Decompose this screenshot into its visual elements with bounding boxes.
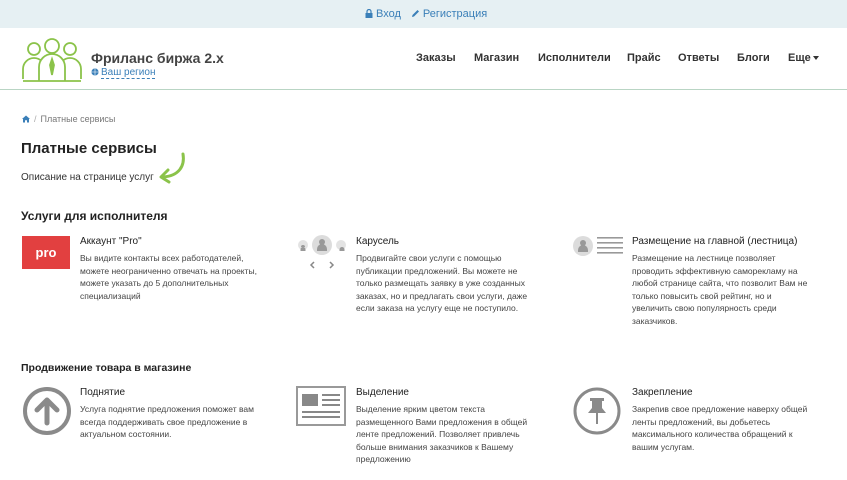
card-title-pro[interactable]: Аккаунт "Pro" <box>80 236 142 247</box>
text-line: если заказа на услугу еще не поступило. <box>356 303 519 313</box>
card-title-highlight[interactable]: Выделение <box>356 387 409 398</box>
pro-badge[interactable]: pro <box>22 236 70 269</box>
text-line: публикации предложений. Вы можете не <box>356 265 518 276</box>
text-line: максимального количества обращений к <box>632 429 793 439</box>
card-title-raise[interactable]: Поднятие <box>80 387 125 398</box>
arrow-up-circle-icon[interactable] <box>22 386 72 436</box>
login-label: Вход <box>376 8 401 20</box>
text-line: предложению <box>356 454 411 464</box>
text-line: Размещение на лестнице позволяет <box>632 253 776 263</box>
nav-freelancers[interactable]: Исполнители <box>538 52 611 64</box>
page-description: Описание на странице услуг <box>21 172 154 183</box>
home-icon[interactable] <box>22 115 30 123</box>
region-label: Ваш регион <box>101 67 156 79</box>
page-title: Платные сервисы <box>21 140 157 157</box>
section-heading-shop: Продвижение товара в магазине <box>21 362 192 374</box>
text-line: Выделение ярким цветом текста <box>356 404 485 414</box>
breadcrumb: / Платные сервисы <box>22 114 115 124</box>
text-line: любой странице сайта, что позволит Вам н… <box>632 278 808 288</box>
card-text-pro: Вы видите контакты всех работодателей, м… <box>80 252 257 302</box>
card-text-carousel: Продвигайте свои услуги с помощью публик… <box>356 252 527 315</box>
nav-more-label: Еще <box>788 52 811 64</box>
text-line: Продвигайте свои услуги с помощью <box>356 253 502 263</box>
nav-more-dropdown[interactable]: Еще <box>788 52 819 64</box>
login-link[interactable]: Вход <box>365 8 401 20</box>
card-text-raise: Услуга поднятие предложения поможет вам … <box>80 403 254 441</box>
text-line: заказах, но и предлагать свои услуги, да… <box>356 290 528 301</box>
breadcrumb-current: Платные сервисы <box>40 114 116 124</box>
text-line: Вы видите контакты всех работодателей, <box>80 253 244 263</box>
site-header: Фриланс биржа 2.x Ваш регион Заказы Мага… <box>0 28 847 90</box>
people-group-logo[interactable] <box>20 35 84 83</box>
text-line: Услуга поднятие предложения поможет вам <box>80 404 254 414</box>
nav-orders[interactable]: Заказы <box>416 52 456 64</box>
card-text-highlight: Выделение ярким цветом текста размещенно… <box>356 403 527 466</box>
lock-icon <box>365 8 373 18</box>
section-heading-performer: Услуги для исполнителя <box>21 209 168 223</box>
text-line: размещенного Вами предложения в общей <box>356 416 528 427</box>
pin-circle-icon[interactable] <box>572 386 622 436</box>
pencil-icon <box>411 10 419 17</box>
text-line: только размещать заявку в уже созданных <box>356 278 525 288</box>
top-auth-bar: Вход Регистрация <box>0 0 847 28</box>
ladder-icon[interactable] <box>572 235 624 259</box>
register-label: Регистрация <box>422 8 488 20</box>
card-text-ladder: Размещение на лестнице позволяет проводи… <box>632 252 807 327</box>
nav-blogs[interactable]: Блоги <box>737 52 770 64</box>
card-title-carousel[interactable]: Карусель <box>356 236 399 247</box>
curved-arrow-icon <box>159 152 185 184</box>
register-link[interactable]: Регистрация <box>411 8 487 20</box>
auth-links: Вход Регистрация <box>365 8 487 20</box>
caret-down-icon <box>812 56 819 61</box>
text-line: вашим услугам. <box>632 441 695 452</box>
card-title-ladder[interactable]: Размещение на главной (лестница) <box>632 236 797 247</box>
text-line: актуальном состоянии. <box>80 429 172 439</box>
text-line: ленте предложений. Позволяет привлечь <box>356 429 520 439</box>
highlight-article-icon[interactable] <box>296 386 346 426</box>
breadcrumb-separator: / <box>34 114 37 124</box>
text-line: можете неограниченно отвечать на проекты… <box>80 265 257 276</box>
text-line: всегда поддерживать свое предложение в <box>80 416 248 427</box>
text-line: ленты предложений, вы добьетесь <box>632 416 771 427</box>
text-line: специализаций <box>80 290 141 301</box>
text-line: проводить эффективную саморекламу на <box>632 265 798 276</box>
text-line: больше внимания заказчиков к Вашему <box>356 441 514 452</box>
text-line: только повысить свой рейтинг, но и <box>632 290 772 301</box>
text-line: Закрепив свое предложение наверху общей <box>632 404 808 414</box>
text-line: увеличить свою популярность среди <box>632 303 777 313</box>
nav-price[interactable]: Прайс <box>627 52 661 64</box>
text-line: можете указать до 5 дополнительных <box>80 278 229 288</box>
nav-answers[interactable]: Ответы <box>678 52 719 64</box>
brand-name[interactable]: Фриланс биржа 2.x <box>91 50 224 66</box>
card-text-pin: Закрепив свое предложение наверху общей … <box>632 403 807 453</box>
region-selector[interactable]: Ваш регион <box>91 67 156 79</box>
text-line: заказчиков. <box>632 315 678 326</box>
carousel-icon[interactable] <box>296 234 348 272</box>
card-title-pin[interactable]: Закрепление <box>632 387 693 398</box>
globe-icon <box>91 68 99 76</box>
nav-shop[interactable]: Магазин <box>474 52 519 64</box>
